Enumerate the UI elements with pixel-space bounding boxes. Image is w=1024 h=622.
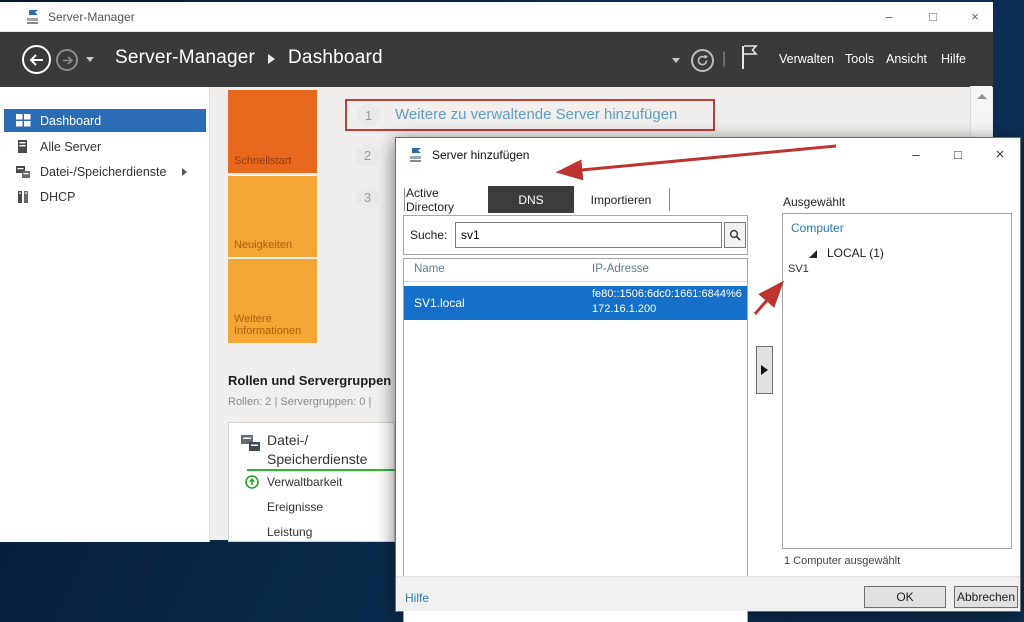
breadcrumb-root[interactable]: Server-Manager [115, 47, 255, 69]
dialog-close-button[interactable]: × [983, 142, 1017, 168]
sidebar-item-label: Dashboard [40, 114, 101, 128]
search-input[interactable] [455, 222, 722, 248]
menu-tools[interactable]: Tools [845, 52, 874, 66]
section-label: Weitere Informationen [234, 313, 311, 337]
forward-arrow-icon [62, 56, 73, 65]
quickstart-section-schnellstart[interactable]: Schnellstart [228, 90, 317, 173]
menu-ansicht[interactable]: Ansicht [886, 52, 927, 66]
manageability-flag-icon[interactable] [740, 44, 760, 70]
main-titlebar: Server-Manager – □ × [0, 2, 993, 32]
search-button[interactable] [724, 222, 746, 248]
sidebar-item-dhcp[interactable]: DHCP [4, 185, 206, 208]
role-card-item-ereignisse[interactable]: Ereignisse [267, 500, 323, 514]
header-divider [404, 281, 747, 282]
column-header-name[interactable]: Name [414, 263, 445, 275]
sidebar-item-label: Datei-/Speicherdienste [40, 165, 166, 179]
main-navbar: Server-Manager Dashboard | Verwalten Too… [0, 32, 993, 87]
selected-group-label[interactable]: Computer [791, 221, 844, 235]
manageability-up-icon [245, 475, 259, 489]
cancel-button[interactable]: Abbrechen [954, 586, 1018, 608]
selected-panel-heading: Ausgewählt [783, 195, 845, 209]
annotation-red-box [345, 99, 715, 131]
role-card-title-line2[interactable]: Speicherdienste [267, 451, 367, 467]
quickstart-section-neuigkeiten[interactable]: Neuigkeiten [228, 176, 317, 257]
result-ip-line1: fe80::1506:6dc0:1661:6844%6 [592, 288, 742, 300]
ok-button[interactable]: OK [864, 586, 946, 608]
server-manager-app-icon [26, 9, 42, 25]
tab-active-directory[interactable]: Active Directory [406, 186, 488, 213]
history-dropdown-icon[interactable] [86, 57, 94, 62]
role-card-title-line1[interactable]: Datei-/ [267, 432, 308, 448]
step-2-number: 2 [356, 144, 379, 167]
sidebar-item-label: DHCP [40, 190, 75, 204]
search-icon [729, 229, 741, 241]
breadcrumb-separator-icon [268, 54, 275, 64]
tab-dns[interactable]: DNS [488, 186, 574, 213]
search-label: Suche: [410, 228, 447, 242]
dhcp-icon [16, 190, 32, 204]
add-selected-button[interactable] [756, 346, 773, 394]
add-server-dialog: Server hinzufügen – □ × Active Directory… [395, 137, 1021, 612]
quickstart-section-weitere-informationen[interactable]: Weitere Informationen [228, 259, 317, 343]
tab-divider [669, 188, 670, 211]
dialog-footer: Hilfe OK Abbrechen [396, 576, 1020, 611]
submenu-arrow-icon [182, 168, 187, 176]
sidebar: Dashboard Alle Server [0, 87, 210, 542]
forward-button[interactable] [56, 49, 78, 71]
dashboard-grid-icon [16, 114, 32, 128]
column-header-ip[interactable]: IP-Adresse [592, 263, 649, 275]
nav-divider: | [722, 50, 726, 68]
refresh-button[interactable] [691, 49, 714, 72]
back-arrow-icon [29, 54, 44, 66]
desktop: Server-Manager – □ × Server-Manager Dash… [0, 0, 1024, 622]
dialog-title: Server hinzufügen [432, 148, 529, 162]
file-storage-icon [16, 165, 32, 179]
servers-icon [16, 140, 32, 154]
sidebar-item-alle-server[interactable]: Alle Server [4, 135, 206, 158]
search-panel: Suche: [403, 215, 748, 255]
sidebar-item-label: Alle Server [40, 140, 101, 154]
selected-count-status: 1 Computer ausgewählt [784, 555, 900, 567]
help-link[interactable]: Hilfe [405, 591, 429, 605]
sidebar-item-datei-speicherdienste[interactable]: Datei-/Speicherdienste [4, 160, 206, 183]
search-results-list: Name IP-Adresse SV1.local fe80::1506:6dc… [403, 258, 748, 622]
dialog-minimize-button[interactable]: – [899, 142, 933, 168]
back-button[interactable] [22, 45, 51, 74]
step-3-number: 3 [356, 186, 379, 209]
scrollbar-up-icon [977, 94, 987, 99]
file-storage-role-card: Datei-/ Speicherdienste Verwaltbarkeit E… [228, 422, 395, 542]
minimize-button[interactable]: – [872, 2, 906, 32]
tree-item-sv1[interactable]: SV1 [788, 263, 809, 275]
breadcrumb-current: Dashboard [288, 47, 383, 69]
content-scrollbar[interactable] [970, 86, 992, 139]
notifications-dropdown-icon[interactable] [672, 58, 680, 63]
refresh-icon [696, 54, 709, 67]
menu-hilfe[interactable]: Hilfe [941, 52, 966, 66]
role-card-item-verwaltbarkeit[interactable]: Verwaltbarkeit [267, 475, 342, 489]
section-label: Schnellstart [234, 155, 291, 167]
role-card-green-underline [247, 469, 395, 471]
result-row-sv1[interactable]: SV1.local fe80::1506:6dc0:1661:6844%6 17… [404, 286, 747, 320]
section-label: Neuigkeiten [234, 239, 292, 251]
close-button[interactable]: × [958, 2, 992, 32]
maximize-button[interactable]: □ [916, 2, 950, 32]
tab-divider [404, 188, 405, 211]
add-arrow-icon [761, 365, 768, 375]
menu-verwalten[interactable]: Verwalten [779, 52, 834, 66]
tree-root-local[interactable]: LOCAL (1) [827, 246, 884, 260]
file-storage-card-icon [241, 433, 261, 453]
selected-panel: Computer LOCAL (1) SV1 [782, 213, 1012, 549]
roles-stats: Rollen: 2 | Servergruppen: 0 | [228, 396, 394, 408]
sidebar-item-dashboard[interactable]: Dashboard [4, 109, 206, 132]
roles-heading: Rollen und Servergruppen [228, 373, 391, 388]
role-card-item-leistung[interactable]: Leistung [267, 525, 312, 539]
main-window-title: Server-Manager [48, 10, 135, 24]
tab-importieren[interactable]: Importieren [581, 186, 661, 213]
dialog-maximize-button[interactable]: □ [941, 142, 975, 168]
result-name: SV1.local [414, 296, 465, 310]
dialog-app-icon [409, 147, 425, 163]
tree-expander-icon[interactable] [809, 250, 817, 258]
result-ip-line2: 172.16.1.200 [592, 303, 656, 315]
